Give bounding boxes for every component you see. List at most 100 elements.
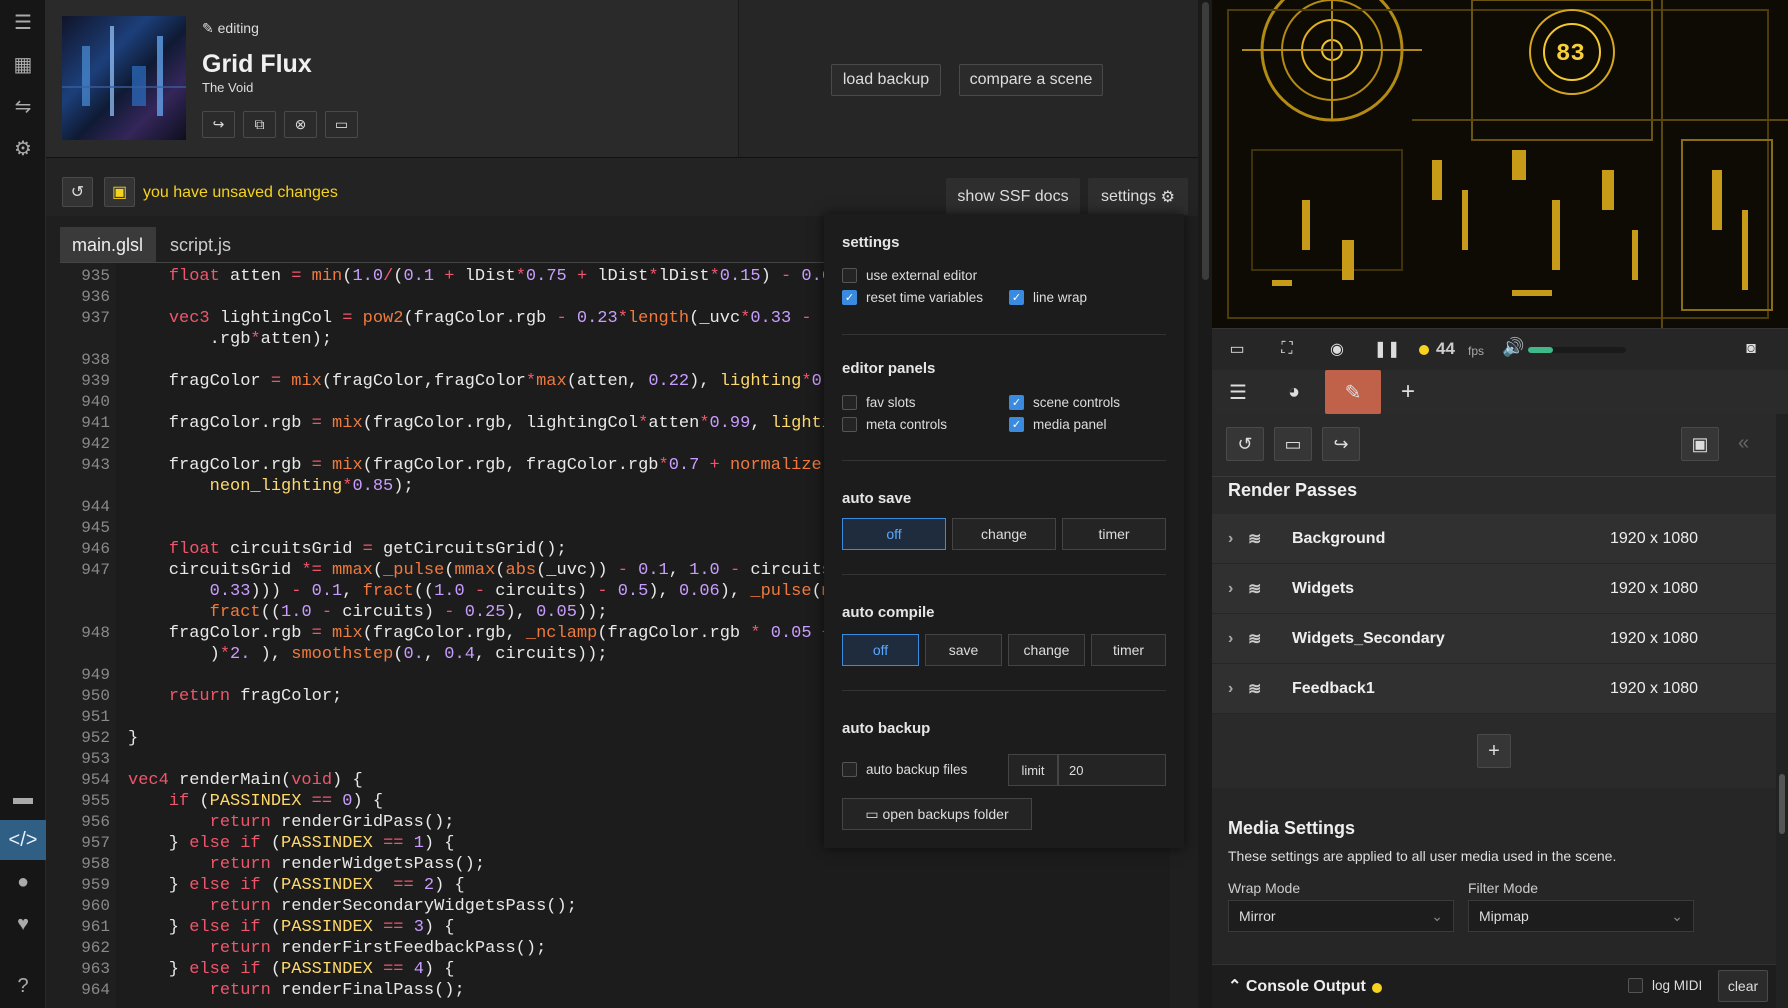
render-pass-row[interactable]: › ≋ Widgets_Secondary 1920 x 1080 [1212, 614, 1776, 664]
revert-button[interactable]: ↺ [62, 177, 93, 207]
tab-script-js[interactable]: script.js [158, 227, 248, 263]
wrap-mode-select[interactable]: Mirror ⌄ [1228, 900, 1454, 932]
duplicate-button[interactable]: ⧉ [243, 111, 276, 138]
gear-icon[interactable]: ⚙ [0, 128, 46, 168]
volume-slider[interactable] [1528, 347, 1626, 353]
pencil-icon[interactable]: ✎ [1325, 370, 1381, 414]
pane-scrollbar[interactable] [1198, 0, 1212, 1008]
chevron-right-icon: › [1228, 529, 1234, 547]
line-number: 953 [81, 750, 110, 768]
sliders-icon[interactable]: ☰ [0, 2, 46, 42]
pause-icon[interactable]: ❚❚ [1372, 335, 1402, 363]
code-line: fragColor = mix(fragColor,fragColor*max(… [128, 372, 863, 391]
auto-compile-off[interactable]: off [842, 634, 919, 666]
chevron-right-icon: › [1228, 679, 1234, 697]
load-backup-button[interactable]: load backup [831, 64, 941, 96]
scene-controls-checkbox[interactable]: ✓ scene controls [1009, 395, 1120, 410]
plus-icon[interactable]: + [1382, 370, 1434, 414]
auto-compile-change[interactable]: change [1008, 634, 1085, 666]
tab-main-glsl[interactable]: main.glsl [60, 227, 156, 263]
user-icon[interactable]: ● [0, 862, 46, 902]
list-icon[interactable]: ☰ [1212, 370, 1264, 414]
delete-button[interactable]: ⊗ [284, 111, 317, 138]
open-backups-button[interactable]: ▭ open backups folder [842, 798, 1032, 830]
line-number: 936 [81, 288, 110, 306]
check-icon: ✓ [842, 290, 857, 305]
eye-icon[interactable]: ◉ [1322, 335, 1352, 363]
settings-button[interactable]: settings ⚙ [1088, 178, 1188, 215]
scene-thumbnail[interactable] [62, 16, 186, 140]
line-number: 950 [81, 687, 110, 705]
limit-input[interactable]: 20 [1058, 754, 1166, 786]
camera-icon[interactable]: ◙ [1736, 335, 1766, 363]
layers-icon: ≋ [1248, 680, 1262, 698]
left-rail: ☰ ▦ ⇋ ⚙ ▬ </> ● ♥ ? [0, 0, 46, 1008]
open-folder-button[interactable]: ▭ [325, 111, 358, 138]
code-line: vec3 lightingCol = pow2(fragColor.rgb - … [168, 309, 873, 328]
store-icon[interactable]: ▬ [0, 778, 46, 818]
export-button[interactable]: ↪ [1322, 427, 1360, 461]
divider [842, 334, 1166, 335]
collapse-icon[interactable]: « [1738, 432, 1749, 455]
open-button[interactable]: ▭ [1274, 427, 1312, 461]
palette-icon[interactable]: ◕ [1268, 370, 1320, 414]
media-settings-heading: Media Settings [1228, 818, 1356, 838]
scene-title: Grid Flux [202, 50, 312, 78]
monitor-icon[interactable]: ▭ [1222, 335, 1252, 363]
filter-mode-label: Filter Mode [1468, 880, 1539, 896]
fullscreen-icon[interactable]: ⛶ [1272, 335, 1302, 363]
line-number: 960 [81, 897, 110, 915]
usb-icon[interactable]: ⇋ [0, 86, 46, 126]
add-pass-button[interactable]: + [1477, 734, 1511, 768]
grid-icon[interactable]: ▦ [0, 44, 46, 84]
right-scrollbar[interactable] [1776, 414, 1788, 1008]
render-pass-row[interactable]: › ≋ Widgets 1920 x 1080 [1212, 564, 1776, 614]
scrollbar-thumb[interactable] [1779, 774, 1785, 834]
heart-pulse-icon[interactable]: ♥ [0, 904, 46, 944]
checkbox-box [842, 268, 857, 283]
meta-controls-checkbox[interactable]: meta controls [842, 417, 947, 432]
use-external-editor-checkbox[interactable]: use external editor [842, 268, 977, 283]
checkbox-label: line wrap [1033, 290, 1088, 305]
checkbox-label: meta controls [866, 417, 948, 432]
compare-scene-button[interactable]: compare a scene [959, 64, 1103, 96]
auto-compile-timer[interactable]: timer [1091, 634, 1166, 666]
reset-button[interactable]: ↺ [1226, 427, 1264, 461]
code-line: return renderGridPass(); [209, 813, 455, 832]
filter-mode-select[interactable]: Mipmap ⌄ [1468, 900, 1694, 932]
preview-canvas: 83 [1212, 0, 1788, 328]
console-bar[interactable]: ⌃ Console Output log MIDI clear [1212, 964, 1776, 1008]
checkbox-box [842, 417, 857, 432]
help-icon[interactable]: ? [0, 966, 46, 1006]
auto-save-timer[interactable]: timer [1062, 518, 1166, 550]
code-icon[interactable]: </> [0, 820, 46, 860]
render-pass-row[interactable]: › ≋ Feedback1 1920 x 1080 [1212, 664, 1776, 714]
scene-preview[interactable]: 83 [1212, 0, 1788, 328]
media-panel-checkbox[interactable]: ✓ media panel [1009, 417, 1107, 432]
scrollbar-thumb[interactable] [1202, 2, 1209, 280]
save-button[interactable]: ▣ [1681, 427, 1719, 461]
auto-save-change[interactable]: change [952, 518, 1056, 550]
auto-save-off[interactable]: off [842, 518, 946, 550]
line-number: 946 [81, 540, 110, 558]
filter-mode-value: Mipmap [1479, 908, 1529, 924]
render-pass-row[interactable]: › ≋ Background 1920 x 1080 [1212, 514, 1776, 564]
wrap-mode-label: Wrap Mode [1228, 880, 1301, 896]
log-midi-checkbox[interactable]: log MIDI [1628, 978, 1702, 993]
clear-console-button[interactable]: clear [1718, 970, 1768, 1002]
auto-backup-files-checkbox[interactable]: auto backup files [842, 762, 967, 777]
folder-icon: ▭ [334, 116, 349, 132]
volume-icon[interactable]: 🔊 [1502, 337, 1524, 358]
line-wrap-checkbox[interactable]: ✓ line wrap [1009, 290, 1087, 305]
settings-heading: settings [842, 234, 900, 251]
reset-time-variables-checkbox[interactable]: ✓ reset time variables [842, 290, 983, 305]
scene-author[interactable]: The Void [202, 80, 253, 95]
auto-compile-save[interactable]: save [925, 634, 1002, 666]
export-button[interactable]: ↪ [202, 111, 235, 138]
line-number: 957 [81, 834, 110, 852]
save-button[interactable]: ▣ [104, 177, 135, 207]
divider [842, 460, 1166, 461]
fav-slots-checkbox[interactable]: fav slots [842, 395, 916, 410]
show-docs-button[interactable]: show SSF docs [946, 178, 1080, 215]
console-toggle[interactable]: ⌃ Console Output [1228, 976, 1366, 996]
